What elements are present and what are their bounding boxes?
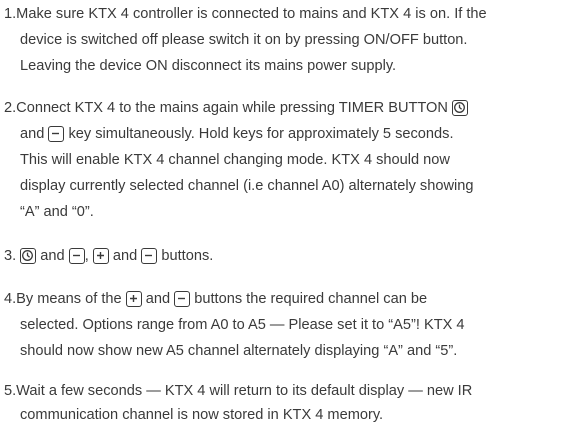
step-2-line-3: This will enable KTX 4 channel changing … <box>20 152 450 168</box>
step-2-line-1: 2.Connect KTX 4 to the mains again while… <box>4 99 469 119</box>
step-number: 5. <box>4 383 17 399</box>
step-text: Connect KTX 4 to the mains again while p… <box>16 100 448 116</box>
step-1-line-2: device is switched off please switch it … <box>20 32 468 48</box>
step-text: buttons the required channel can be <box>194 291 428 307</box>
step-number: 2. <box>4 100 17 116</box>
minus-key-icon <box>174 291 191 307</box>
step-text: , <box>84 248 89 264</box>
step-2-line-4: display currently selected channel (i.e … <box>20 178 474 194</box>
timer-icon <box>452 100 469 116</box>
step-1-line-3: Leaving the device ON disconnect its mai… <box>20 58 397 74</box>
step-text: buttons. <box>161 248 214 264</box>
step-text: Wait a few seconds — KTX 4 will return t… <box>16 383 473 399</box>
step-4-line-3: should now show new A5 channel alternate… <box>20 343 458 359</box>
minus-key-icon <box>68 248 85 264</box>
step-text: and <box>20 126 45 142</box>
step-number: 1. <box>4 6 17 22</box>
step-4-line-1: 4.By means of the and buttons the requir… <box>4 290 427 310</box>
step-2-line-5: “A” and “0”. <box>20 204 94 220</box>
plus-key-icon <box>92 248 109 264</box>
step-5-line-2: communication channel is now stored in K… <box>20 407 384 423</box>
instructions-document: 1.Make sure KTX 4 controller is connecte… <box>0 0 572 425</box>
timer-icon <box>20 248 37 264</box>
step-text: By means of the <box>16 291 122 307</box>
step-3-line-1: 3. and , and buttons. <box>4 247 213 267</box>
minus-key-icon <box>48 126 65 142</box>
step-number: 4. <box>4 291 17 307</box>
minus-key-icon <box>141 248 158 264</box>
step-2-line-2: and key simultaneously. Hold keys for ap… <box>20 125 454 145</box>
step-4-line-2: selected. Options range from A0 to A5 — … <box>20 317 465 333</box>
step-number: 3. <box>4 248 17 264</box>
step-5-line-1: 5.Wait a few seconds — KTX 4 will return… <box>4 382 472 402</box>
step-text: Make sure KTX 4 controller is connected … <box>16 6 487 22</box>
step-text: and <box>112 248 138 264</box>
step-1-line-1: 1.Make sure KTX 4 controller is connecte… <box>4 5 487 25</box>
step-text: and <box>40 248 65 264</box>
plus-key-icon <box>125 291 142 307</box>
step-text: and <box>145 291 171 307</box>
step-text: key simultaneously. Hold keys for approx… <box>68 126 454 142</box>
